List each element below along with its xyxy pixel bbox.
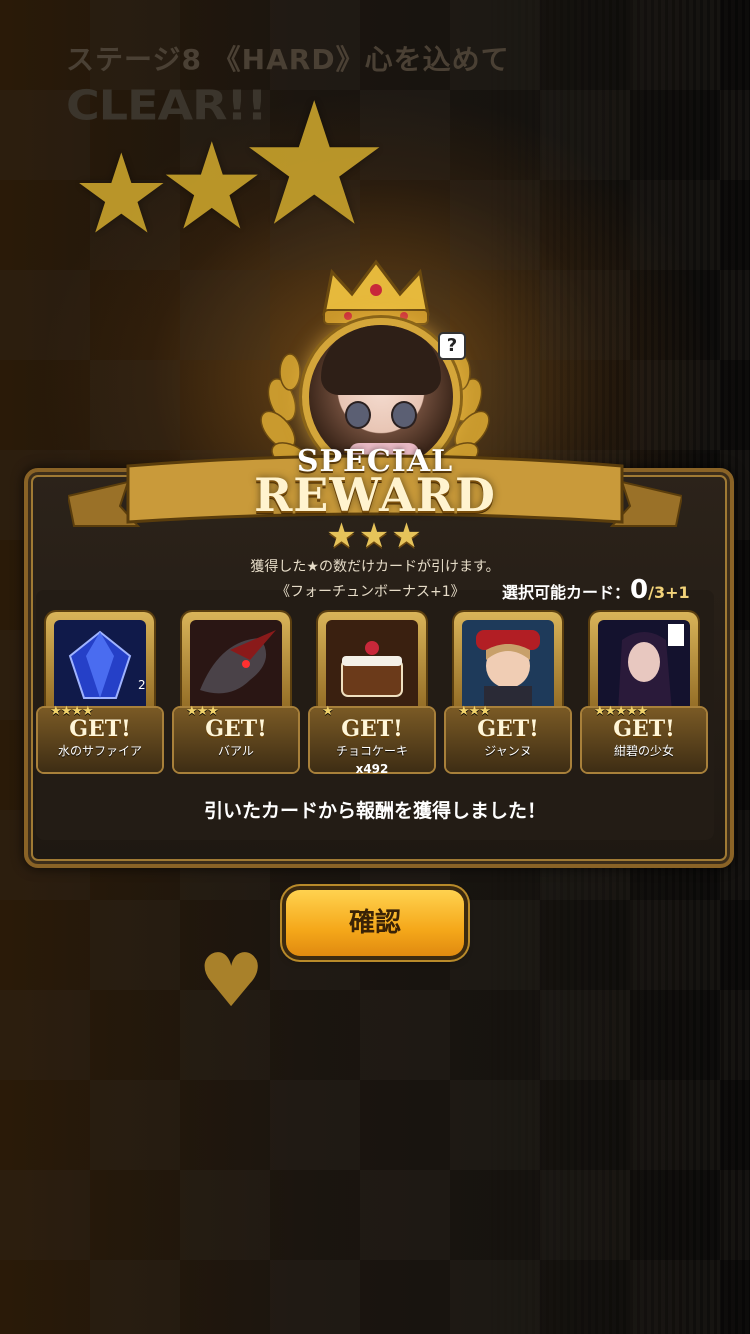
azure-girl-character-icon <box>598 620 690 712</box>
jeanne-character-icon <box>462 620 554 712</box>
clear-star-3-icon: ★ <box>238 66 391 264</box>
reward-card-baal[interactable]: ★★★ GET! バアル <box>174 612 298 772</box>
card-art <box>326 620 418 712</box>
clear-star-1-icon: ★ <box>72 130 171 258</box>
card-art <box>462 620 554 712</box>
portrait-eye-right <box>391 401 417 429</box>
sapphire-gem-icon <box>54 620 146 712</box>
card-art <box>598 620 690 712</box>
card-art <box>190 620 282 712</box>
heart-icon: ♥ <box>198 938 265 1024</box>
card-get-label: GET! <box>341 716 403 742</box>
reward-card-azure-girl[interactable]: ★★★★★ GET! 紺碧の少女 <box>582 612 706 772</box>
reward-card-sapphire[interactable]: 2 ★★★★ GET! 水のサファイア <box>38 612 162 772</box>
card-quantity: x492 <box>355 762 389 776</box>
card-name: ジャンヌ <box>484 744 532 758</box>
fortune-bonus: 《フォーチュンボーナス+1》 <box>276 584 465 600</box>
reward-card-jeanne[interactable]: ★★★ GET! ジャンヌ <box>446 612 570 772</box>
baal-monster-icon <box>190 620 282 712</box>
card-name: チョコケーキ <box>335 744 408 758</box>
reward-cards: 2 ★★★★ GET! 水のサファイア ★★★ GET! バアル ★ GET! … <box>38 612 718 782</box>
selectable-cards: 選択可能カード：0/3+1 <box>502 575 690 605</box>
selectable-cards-label: 選択可能カード： <box>502 583 631 602</box>
card-get-label: GET! <box>69 716 131 742</box>
portrait-eye-left <box>345 401 371 429</box>
selectable-cards-count: 0 <box>630 575 649 605</box>
selectable-cards-max: /3+1 <box>648 583 690 602</box>
crown-icon <box>322 259 430 325</box>
card-get-label: GET! <box>477 716 539 742</box>
result-message: 引いたカードから報酬を獲得しました！ <box>203 800 546 822</box>
confirm-button[interactable]: 確認 <box>286 890 464 956</box>
reward-card-choco-cake[interactable]: ★ GET! チョコケーキ x492 <box>310 612 434 776</box>
card-name: 紺碧の少女 <box>613 744 674 758</box>
choco-cake-icon <box>326 620 418 712</box>
card-art <box>54 620 146 712</box>
card-get-label: GET! <box>205 716 267 742</box>
card-get-label: GET! <box>613 716 675 742</box>
card-name: 水のサファイア <box>57 744 142 758</box>
portrait-hair <box>321 325 441 395</box>
rank-stars: ★★★ <box>326 516 424 556</box>
card-count: 2 <box>138 678 146 692</box>
draw-hint: 獲得した★の数だけカードが引けます。 <box>250 559 500 575</box>
reward-label: REWARD <box>254 468 496 522</box>
card-name: バアル <box>218 744 254 758</box>
help-button[interactable]: ? <box>438 332 466 360</box>
